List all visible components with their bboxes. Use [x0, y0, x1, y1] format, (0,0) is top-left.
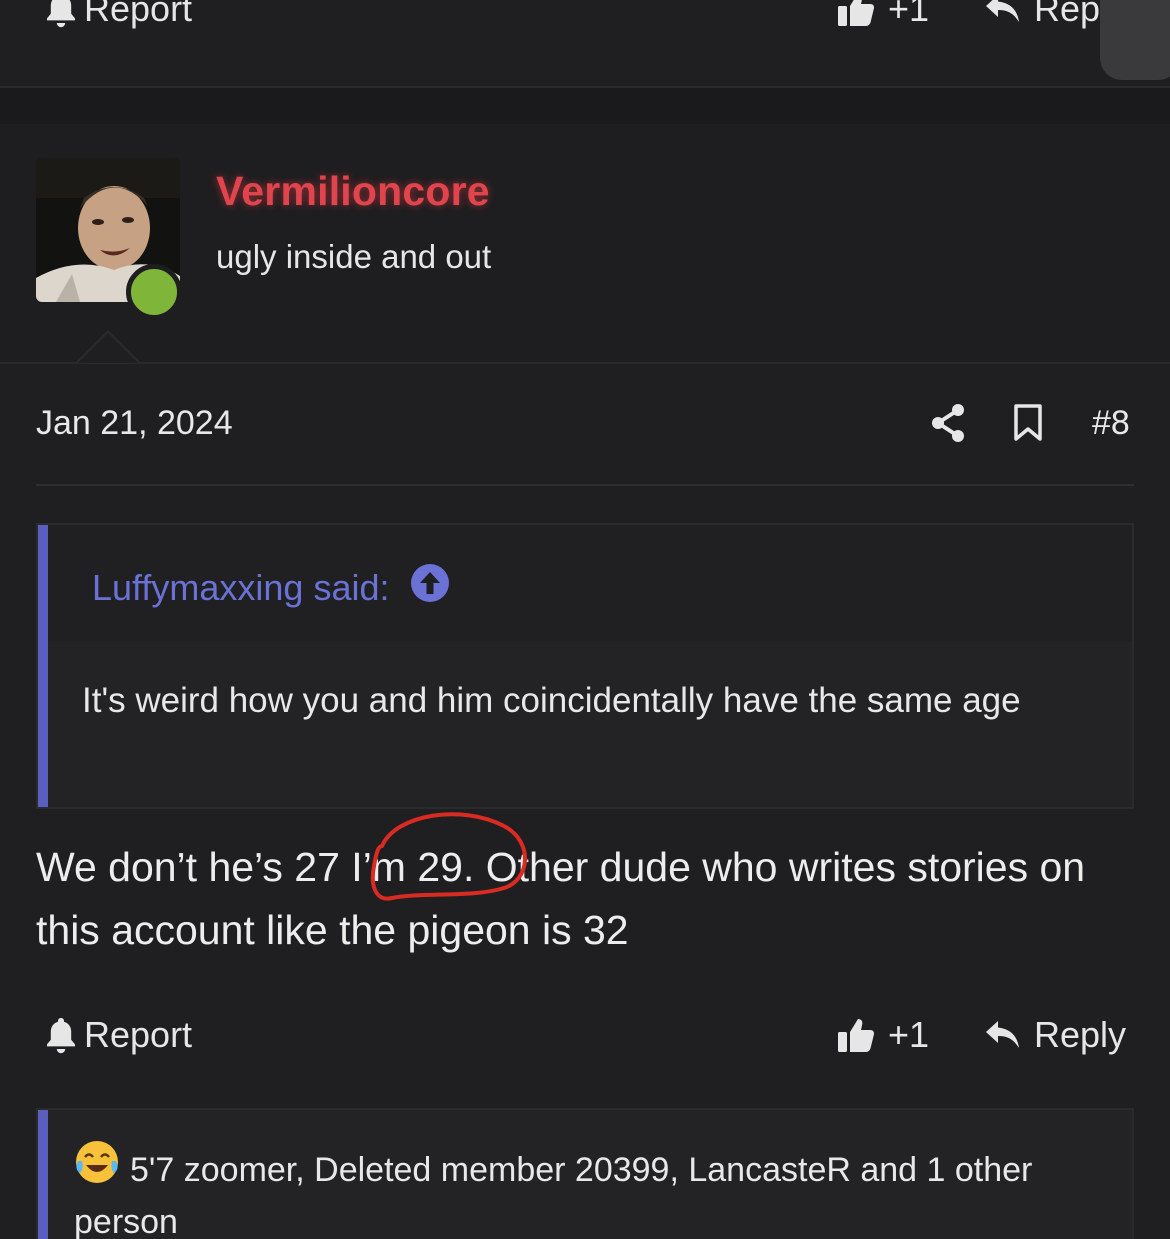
post-message: We don’t he’s 27 I’m 29. Other dude who …	[36, 844, 1086, 953]
user-header-pointer-fill	[78, 333, 138, 363]
report-label: Report	[84, 0, 193, 29]
post-number[interactable]: #8	[1092, 404, 1130, 443]
reactions-accent-bar	[38, 1110, 48, 1239]
quote-accent-bar	[38, 525, 48, 807]
reactions-text: 5'7 zoomer, Deleted member 20399, Lancas…	[74, 1151, 1033, 1239]
bookmark-icon[interactable]	[1012, 404, 1044, 447]
reply-button[interactable]: Reply	[984, 1014, 1126, 1056]
reply-arrow-icon	[984, 1019, 1022, 1051]
share-icon[interactable]	[930, 403, 966, 448]
reactions-summary[interactable]: 5'7 zoomer, Deleted member 20399, Lancas…	[74, 1140, 1114, 1239]
annotation-circle	[362, 806, 534, 921]
forum-thread-page: Report +1 Rep Vermilioncore ugly inside …	[0, 0, 1170, 1239]
reply-label: Rep	[1034, 0, 1101, 29]
laughing-crying-emoji-icon	[74, 1139, 120, 1198]
username[interactable]: Vermilioncore	[216, 168, 490, 215]
quote-header: Luffymaxxing said:	[48, 525, 1132, 641]
report-link-top[interactable]: Report	[44, 0, 192, 30]
post-date[interactable]: Jan 21, 2024	[36, 404, 233, 443]
report-label: Report	[84, 1014, 193, 1055]
post-user-header: Vermilioncore ugly inside and out	[0, 124, 1170, 364]
like-count: +1	[888, 0, 930, 29]
reply-button-top[interactable]: Rep	[984, 0, 1100, 30]
reactions-bar[interactable]: 5'7 zoomer, Deleted member 20399, Lancas…	[36, 1108, 1134, 1239]
user-title: ugly inside and out	[216, 238, 492, 275]
quote-author-label: Luffymaxxing said:	[92, 566, 390, 608]
quote-text: It's weird how you and him coincidentall…	[82, 681, 1021, 720]
reply-label: Reply	[1034, 1014, 1127, 1055]
like-count: +1	[888, 1014, 930, 1055]
like-button-top[interactable]: +1	[836, 0, 929, 30]
thumbs-up-icon	[836, 0, 876, 28]
like-button[interactable]: +1	[836, 1014, 929, 1056]
online-status-indicator	[126, 264, 182, 320]
post-separator	[0, 86, 1170, 126]
meta-divider	[36, 484, 1134, 486]
thumbs-up-icon	[836, 1016, 876, 1054]
floating-action-button[interactable]	[1100, 0, 1170, 80]
bell-icon	[44, 1016, 78, 1054]
report-link[interactable]: Report	[44, 1014, 192, 1056]
arrow-up-circle-icon[interactable]	[410, 563, 450, 612]
quote-author-link[interactable]: Luffymaxxing said:	[92, 563, 450, 612]
reply-arrow-icon	[984, 0, 1022, 25]
bell-icon	[44, 0, 78, 28]
previous-post-actions: Report +1 Rep	[0, 0, 1170, 86]
quote-block: Luffymaxxing said: It's weird how you an…	[36, 523, 1134, 809]
